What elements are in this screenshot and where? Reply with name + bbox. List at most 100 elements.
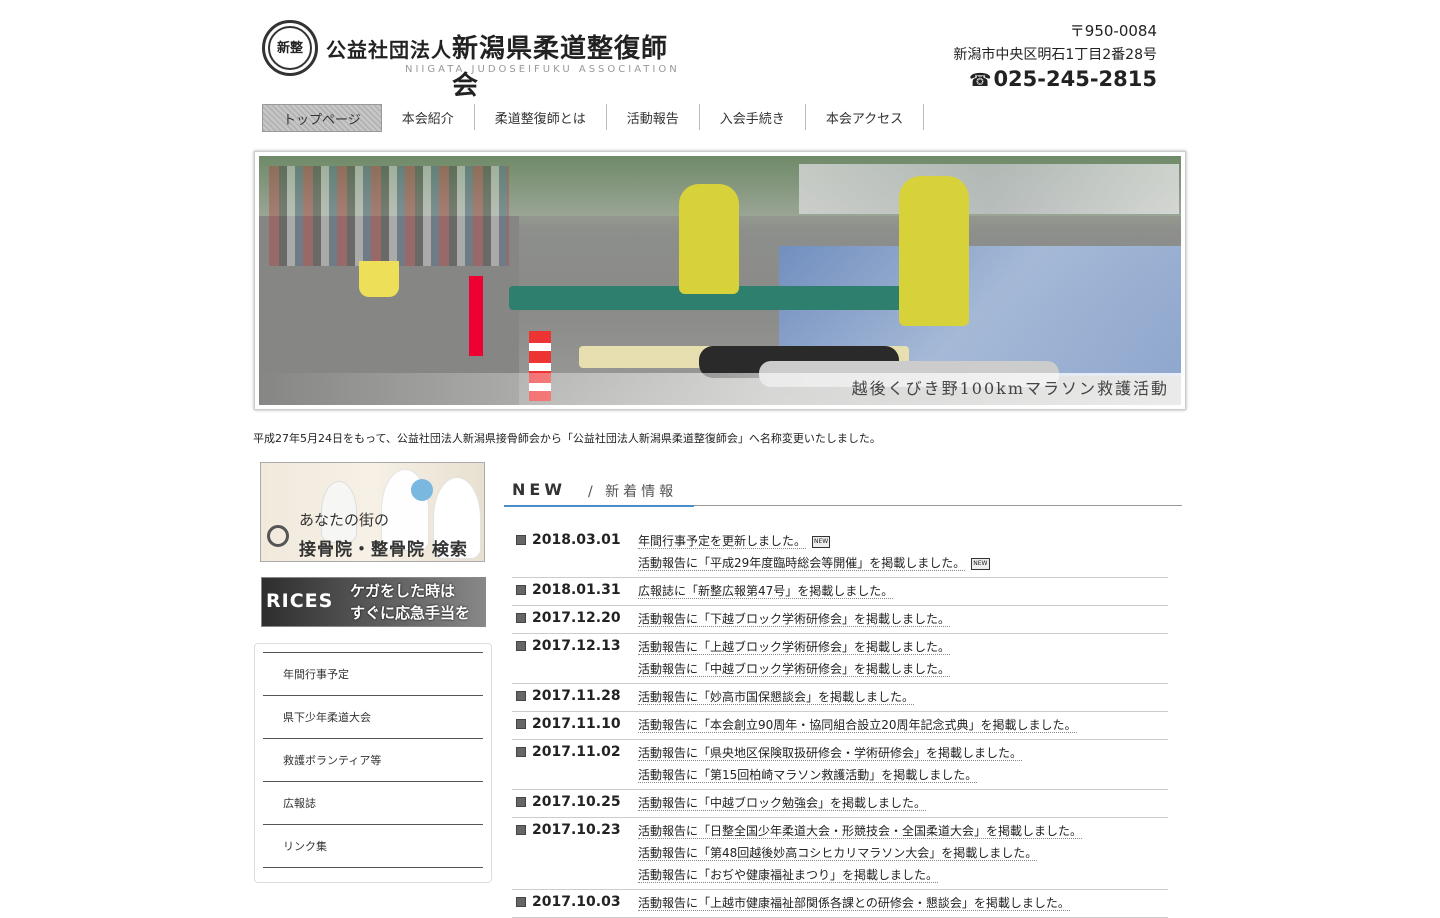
news-date: 2017.11.10 [512,714,638,736]
notice-text: 平成27年5月24日をもって、公益社団法人新潟県接骨師会から「公益社団法人新潟県… [253,432,881,445]
nav-item-5[interactable]: 本会アクセス [806,104,925,130]
bullet-icon [516,747,526,757]
nav-item-0[interactable]: トップページ [262,104,382,132]
news-item: 活動報告に「上越市健康福祉部関係各課との研修会・懇談会」を掲載しました。 [638,892,1168,914]
news-link[interactable]: 活動報告に「中越ブロック勉強会」を掲載しました。 [638,796,927,811]
news-item: 活動報告に「第48回越後妙高コシヒカリマラソン大会」を掲載しました。 [638,842,1168,864]
news-row: 2018.01.31 広報誌に「新整広報第47号」を掲載しました。 [512,578,1168,606]
sidebar-menu-item[interactable]: 年間行事予定 [263,652,483,695]
bullet-icon [516,641,526,651]
bullet-icon [516,613,526,623]
news-date-text: 2017.11.10 [532,716,621,732]
search-icon [267,525,289,547]
news-date-text: 2017.10.23 [532,822,621,838]
news-link[interactable]: 活動報告に「県央地区保険取扱研修会・学術研修会」を掲載しました。 [638,746,1023,761]
sidebar-menu-item[interactable]: 県下少年柔道大会 [263,695,483,738]
news-item: 活動報告に「中越ブロック勉強会」を掲載しました。 [638,792,1168,814]
news-date: 2017.10.23 [512,820,638,886]
news-link[interactable]: 活動報告に「日整全国少年柔道大会・形競技会・全国柔道大会」を掲載しました。 [638,824,1083,839]
banner1-line2: 接骨院・整骨院 検索 [299,540,468,560]
org-prefix: 公益社団法人 [326,38,452,62]
sidebar-menu-item[interactable]: 救護ボランティア等 [263,738,483,781]
phone-icon: ☎ [969,70,992,91]
news-item: 活動報告に「県央地区保険取扱研修会・学術研修会」を掲載しました。 [638,742,1168,764]
news-date: 2018.01.31 [512,580,638,602]
zip-code: 〒950-0084 [1069,22,1157,40]
hero-caption: 越後くびき野100kmマラソン救護活動 [851,379,1169,398]
news-link[interactable]: 広報誌に「新整広報第47号」を掲載しました。 [638,584,894,599]
seal-text: 新整 [268,26,312,70]
news-row: 2017.12.20 活動報告に「下越ブロック学術研修会」を掲載しました。 [512,606,1168,634]
news-row: 2017.11.02 活動報告に「県央地区保険取扱研修会・学術研修会」を掲載しまし… [512,740,1168,790]
news-link[interactable]: 活動報告に「第48回越後妙高コシヒカリマラソン大会」を掲載しました。 [638,846,1038,861]
news-link[interactable]: 活動報告に「下越ブロック学術研修会」を掲載しました。 [638,612,951,627]
news-link[interactable]: 活動報告に「本会創立90周年・協同組合設立20周年記念式典」を掲載しました。 [638,718,1077,733]
news-date-text: 2018.01.31 [532,582,621,598]
sidebar-menu-item[interactable]: リンク集 [263,824,483,868]
hero-photo: 越後くびき野100kmマラソン救護活動 [259,156,1181,405]
rices-title: RICES [266,590,334,612]
banner2-line1: ケガをした時は [350,582,456,600]
news-link[interactable]: 活動報告に「第15回柏崎マラソン救護活動」を掲載しました。 [638,768,978,783]
bullet-icon [516,825,526,835]
bullet-icon [516,585,526,595]
news-link[interactable]: 活動報告に「中越ブロック学術研修会」を掲載しました。 [638,662,951,677]
news-item: 活動報告に「中越ブロック学術研修会」を掲載しました。 [638,658,1168,680]
news-date-text: 2017.12.13 [532,638,621,654]
contact-info: 〒950-0084 新潟市中央区明石1丁目2番28号 ☎025-245-2815 [953,20,1157,91]
bullet-icon [516,797,526,807]
news-item: 活動報告に「本会創立90周年・協同組合設立20周年記念式典」を掲載しました。 [638,714,1168,736]
news-link[interactable]: 活動報告に「妙高市国保懇談会」を掲載しました。 [638,690,915,705]
new-badge-icon: NEW [812,535,831,548]
bullet-icon [516,691,526,701]
news-header: NEW / 新着情報 [504,478,1182,508]
sidebar-menu: 年間行事予定 県下少年柔道大会 救護ボランティア等 広報誌 リンク集 [254,643,492,883]
news-row: 2017.11.28 活動報告に「妙高市国保懇談会」を掲載しました。 [512,684,1168,712]
news-item: 活動報告に「平成29年度臨時総会等開催」を掲載しました。 NEW [638,552,1168,574]
news-date: 2017.12.20 [512,608,638,630]
news-date: 2017.11.28 [512,686,638,708]
new-badge-icon: NEW [971,557,990,570]
phone-text: 025-245-2815 [993,67,1157,91]
main-nav: トップページ 本会紹介 柔道整復師とは 活動報告 入会手続き 本会アクセス [262,104,925,132]
bullet-icon [516,535,526,545]
news-row: 2017.12.13 活動報告に「上越ブロック学術研修会」を掲載しました。 活動報告… [512,634,1168,684]
news-row: 2017.10.23 活動報告に「日整全国少年柔道大会・形競技会・全国柔道大会」を… [512,818,1168,890]
clinic-search-banner[interactable]: あなたの街の 接骨院・整骨院 検索 [260,462,485,562]
site-logo[interactable]: 新整 公益社団法人 新潟県柔道整復師会 NIIGATA JUDOSEIFUKU … [262,20,692,101]
news-date: 2017.10.03 [512,892,638,914]
news-date: 2017.12.13 [512,636,638,680]
news-link[interactable]: 年間行事予定を更新しました。 [638,534,807,549]
news-link[interactable]: 活動報告に「平成29年度臨時総会等開催」を掲載しました。 [638,556,966,571]
address: 新潟市中央区明石1丁目2番28号 [953,47,1157,63]
nav-item-4[interactable]: 入会手続き [700,104,806,130]
hero-banner: 越後くびき野100kmマラソン救護活動 [254,151,1186,410]
org-name-english: NIIGATA JUDOSEIFUKU ASSOCIATION [405,64,680,75]
bullet-icon [516,897,526,907]
news-row: 2017.11.10 活動報告に「本会創立90周年・協同組合設立20周年記念式典」… [512,712,1168,740]
bullet-icon [516,719,526,729]
news-date-text: 2018.03.01 [532,532,621,548]
nav-item-3[interactable]: 活動報告 [607,104,700,130]
news-item: 活動報告に「上越ブロック学術研修会」を掲載しました。 [638,636,1168,658]
rices-banner[interactable]: RICES ケガをした時は すぐに応急手当を [261,577,486,627]
news-item: 活動報告に「妙高市国保懇談会」を掲載しました。 [638,686,1168,708]
news-row: 2017.10.03 活動報告に「上越市健康福祉部関係各課との研修会・懇談会」を掲… [512,890,1168,918]
phone-number: ☎025-245-2815 [953,67,1157,91]
news-link[interactable]: 活動報告に「上越市健康福祉部関係各課との研修会・懇談会」を掲載しました。 [638,896,1070,911]
news-date-text: 2017.12.20 [532,610,621,626]
news-date-text: 2017.10.03 [532,894,621,910]
news-row: 2018.03.01 年間行事予定を更新しました。 NEW 活動報告に「平成29年度臨… [512,528,1168,578]
news-link[interactable]: 活動報告に「おぢや健康福祉まつり」を掲載しました。 [638,868,939,883]
banner2-line2: すぐに応急手当を [350,604,471,622]
nav-item-1[interactable]: 本会紹介 [382,104,475,130]
nav-item-2[interactable]: 柔道整復師とは [475,104,607,130]
news-row: 2017.10.25 活動報告に「中越ブロック勉強会」を掲載しました。 [512,790,1168,818]
news-link[interactable]: 活動報告に「上越ブロック学術研修会」を掲載しました。 [638,640,951,655]
news-date-text: 2017.11.28 [532,688,621,704]
news-subtitle: / 新着情報 [588,484,678,500]
news-date: 2017.11.02 [512,742,638,786]
news-date-text: 2017.10.25 [532,794,621,810]
sidebar-menu-item[interactable]: 広報誌 [263,781,483,824]
news-list: 2018.03.01 年間行事予定を更新しました。 NEW 活動報告に「平成29年度臨… [512,528,1168,918]
